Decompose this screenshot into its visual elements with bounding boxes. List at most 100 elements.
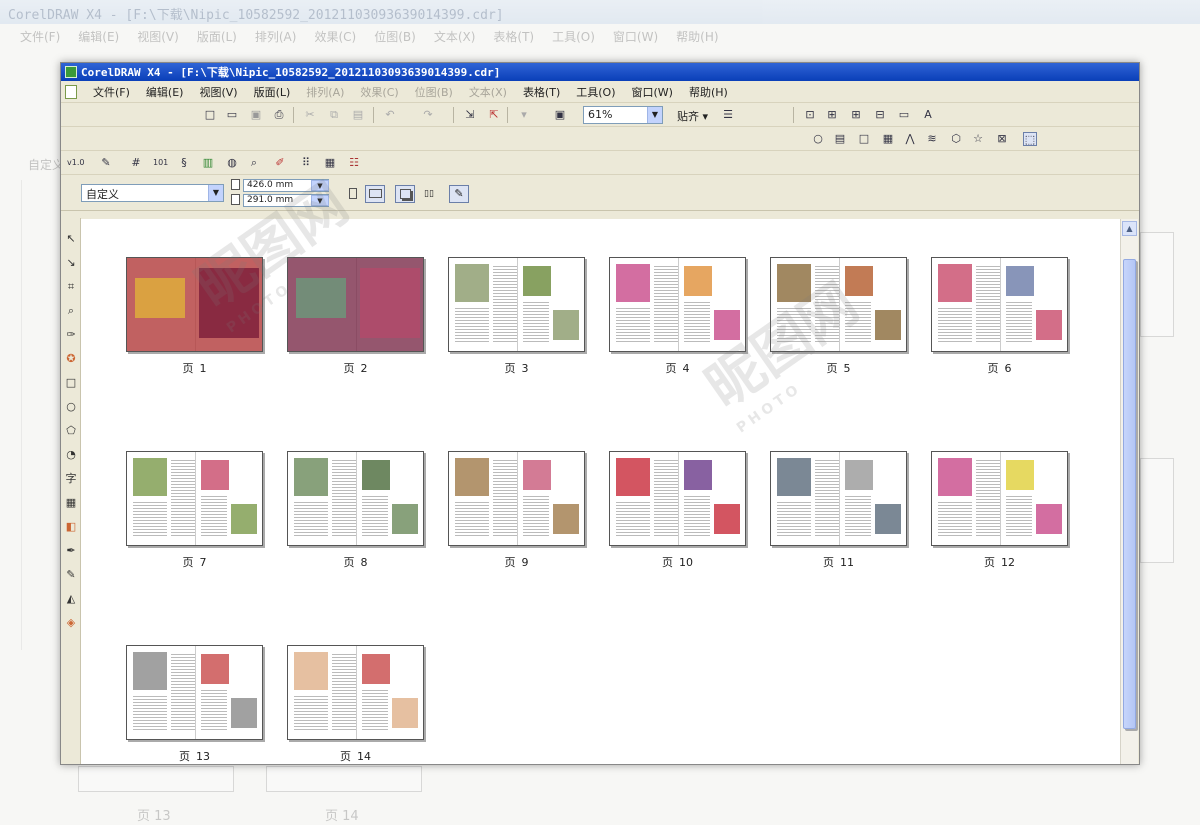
polygon-tool-icon[interactable]: ⬠ — [64, 424, 78, 438]
page-preview[interactable] — [448, 257, 585, 352]
fit-icon[interactable]: ⊠ — [995, 132, 1009, 146]
paint-icon[interactable]: ✐ — [273, 156, 287, 170]
chart-icon[interactable]: ▥ — [201, 156, 215, 170]
text-tool-icon[interactable]: 字 — [64, 472, 78, 486]
menu-effects[interactable]: 效果(C) — [352, 84, 406, 100]
chevron-down-icon[interactable]: ▼ — [208, 185, 223, 201]
page-preview[interactable] — [609, 451, 746, 546]
open-icon[interactable]: ▭ — [225, 108, 239, 122]
link-icon[interactable]: § — [177, 156, 191, 170]
page-preview[interactable] — [287, 257, 424, 352]
app-launcher-icon[interactable]: ▾ — [517, 108, 531, 122]
zoom-tool-icon[interactable]: ⌕ — [64, 304, 78, 318]
page-preview[interactable] — [931, 451, 1068, 546]
page-thumbnail-6[interactable]: 页6 — [931, 257, 1091, 376]
landscape-button[interactable] — [365, 185, 385, 203]
numbering-icon[interactable]: 101 — [153, 156, 168, 170]
menu-text[interactable]: 文本(X) — [461, 84, 515, 100]
eyedropper-icon[interactable]: ✒ — [64, 544, 78, 558]
zoom-select[interactable]: 61% ▼ — [583, 106, 663, 124]
square-icon[interactable]: □ — [857, 132, 871, 146]
page-thumbnail-3[interactable]: 页3 — [448, 257, 608, 376]
ellipse-tool-icon[interactable]: ○ — [64, 400, 78, 414]
calendar-icon[interactable]: ▤ — [833, 132, 847, 146]
page-thumbnail-9[interactable]: 页9 — [448, 451, 608, 570]
page-preview[interactable] — [126, 451, 263, 546]
menu-view[interactable]: 视图(V) — [191, 84, 245, 100]
page-thumbnail-2[interactable]: 页2 — [287, 257, 447, 376]
page-preview[interactable] — [126, 645, 263, 740]
page-thumbnail-5[interactable]: 页5 — [770, 257, 930, 376]
page-thumbnail-10[interactable]: 页 10 — [609, 451, 769, 570]
crop-tool-icon[interactable]: ⌗ — [64, 280, 78, 294]
outline-icon[interactable]: ✎ — [64, 568, 78, 582]
list-icon[interactable]: ☷ — [347, 156, 361, 170]
all-pages-button[interactable] — [395, 185, 415, 203]
select-all-icon[interactable]: ⬚ — [1023, 132, 1037, 146]
pick-tool-icon[interactable]: ↖ — [64, 232, 78, 246]
rectangle-tool-icon[interactable]: □ — [64, 376, 78, 390]
text-fit-icon[interactable]: A — [921, 108, 935, 122]
redo-icon[interactable]: ↷ — [421, 108, 435, 122]
fill-icon[interactable]: ◭ — [64, 592, 78, 606]
fill-color-icon[interactable]: ◈ — [64, 616, 78, 630]
basic-shapes-icon[interactable]: ◔ — [64, 448, 78, 462]
window-titlebar[interactable]: CorelDRAW X4 - [F:\下载\Nipic_10582592_201… — [61, 63, 1139, 81]
scrollbar-thumb[interactable] — [1123, 259, 1136, 729]
page-thumbnail-14[interactable]: 页 14 — [287, 645, 447, 764]
print-icon[interactable]: ⎙ — [272, 108, 286, 122]
dots-icon[interactable]: ⠿ — [299, 156, 313, 170]
new-icon[interactable]: □ — [203, 108, 217, 122]
document-icon[interactable] — [65, 84, 77, 99]
smart-fill-icon[interactable]: ✪ — [64, 352, 78, 366]
barcode-icon[interactable]: ▭ — [897, 108, 911, 122]
menu-bitmaps[interactable]: 位图(B) — [407, 84, 461, 100]
shape-tool-icon[interactable]: ↘ — [64, 256, 78, 270]
page-preview[interactable] — [126, 257, 263, 352]
page-preview[interactable] — [931, 257, 1068, 352]
node-icon[interactable]: ⋀ — [903, 132, 917, 146]
freehand-tool-icon[interactable]: ✑ — [64, 328, 78, 342]
menu-window[interactable]: 窗口(W) — [624, 84, 681, 100]
page-preview[interactable] — [609, 257, 746, 352]
options-icon[interactable]: ☰ — [721, 108, 735, 122]
page-sorter-canvas[interactable]: 页 1 页 2 页 3 页 4 页 5 页 6 页 7 页 8 页 9 页 10 页 11 页 12 页 13 页 14 — [81, 219, 1120, 764]
grid-icon[interactable]: ⊞ — [849, 108, 863, 122]
menu-arrange[interactable]: 排列(A) — [298, 84, 352, 100]
table-tool-icon[interactable]: ▦ — [64, 496, 78, 510]
page-thumbnail-13[interactable]: 页 13 — [126, 645, 286, 764]
chevron-down-icon[interactable]: ▼ — [647, 107, 662, 123]
page-preset-select[interactable]: 自定义 ▼ — [81, 184, 224, 202]
globe-icon[interactable]: ◍ — [225, 156, 239, 170]
height-spinner[interactable]: ▼ — [311, 195, 329, 206]
ellipse-icon[interactable]: ○ — [811, 132, 825, 146]
menu-help[interactable]: 帮助(H) — [681, 84, 736, 100]
vertical-scrollbar[interactable]: ▲ — [1120, 219, 1138, 764]
page-thumbnail-4[interactable]: 页4 — [609, 257, 769, 376]
brush-icon[interactable]: ✎ — [99, 156, 113, 170]
paste-icon[interactable]: ▤ — [351, 108, 365, 122]
align-icon[interactable]: ⊡ — [803, 108, 817, 122]
crosshatch-icon[interactable]: # — [129, 156, 143, 170]
frame-icon[interactable]: ⊟ — [873, 108, 887, 122]
menu-tools[interactable]: 工具(O) — [568, 84, 623, 100]
undo-icon[interactable]: ↶ — [383, 108, 397, 122]
star-icon[interactable]: ☆ — [971, 132, 985, 146]
film-icon[interactable]: ▦ — [881, 132, 895, 146]
menu-table[interactable]: 表格(T) — [515, 84, 568, 100]
page-thumbnail-8[interactable]: 页8 — [287, 451, 447, 570]
menu-layout[interactable]: 版面(L) — [246, 84, 299, 100]
page-preview[interactable] — [770, 451, 907, 546]
page-thumbnail-7[interactable]: 页7 — [126, 451, 286, 570]
snap-to-dropdown[interactable]: 贴齐 ▾ — [677, 108, 708, 124]
welcome-icon[interactable]: ▣ — [553, 108, 567, 122]
portrait-button[interactable] — [343, 185, 363, 203]
export-icon[interactable]: ⇱ — [487, 108, 501, 122]
cube-icon[interactable]: ⬡ — [949, 132, 963, 146]
menu-edit[interactable]: 编辑(E) — [138, 84, 192, 100]
page-preview[interactable] — [287, 451, 424, 546]
width-spinner[interactable]: ▼ — [311, 180, 329, 191]
import-icon[interactable]: ⇲ — [463, 108, 477, 122]
cut-icon[interactable]: ✂ — [303, 108, 317, 122]
page-preview[interactable] — [287, 645, 424, 740]
